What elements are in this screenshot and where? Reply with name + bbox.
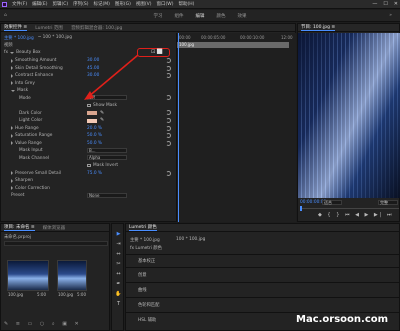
divider	[126, 312, 400, 313]
divider	[126, 297, 400, 298]
project-path: 未命名.prproj	[4, 235, 31, 240]
lumetri-fx-toggle[interactable]: fx Lumetri 颜色	[130, 245, 162, 251]
project-item-thumbnail[interactable]	[57, 260, 87, 291]
transport-controls[interactable]: ◆ { } ⏮ ◀ ▶ ▶| ⏭	[318, 212, 394, 218]
lumetri-section-basic[interactable]: 基本校正	[138, 258, 155, 264]
divider	[126, 267, 400, 268]
project-item-name: 100.jpg	[58, 292, 74, 297]
resolution-dropdown[interactable]: 完整	[378, 199, 398, 205]
lumetri-source[interactable]: 主要 * 100.jpg	[130, 237, 160, 243]
program-monitor-panel: 节目: 100.jpg ≡ 00:00:00:00 适合 完整 ◆ { } ⏮ …	[297, 23, 400, 222]
program-preview-image	[298, 33, 400, 198]
tab-program[interactable]: 节目: 100.jpg ≡	[301, 24, 336, 31]
razor-tool-icon[interactable]: ✂	[115, 260, 122, 267]
divider	[126, 282, 400, 283]
project-item-duration: 5:00	[77, 292, 86, 297]
project-panel: 项目: 未命名 ≡ 媒体浏览器 未命名.prproj 100.jpg 5:00 …	[0, 223, 110, 331]
project-footer-icons[interactable]: ✎ ≡ ▭ ○ ⌕ ▣ ✕	[4, 321, 82, 327]
pen-tool-icon[interactable]: ✒	[115, 280, 122, 287]
program-scrubber[interactable]	[300, 208, 399, 209]
type-tool-icon[interactable]: T	[115, 300, 122, 307]
fit-dropdown[interactable]: 适合	[322, 199, 342, 205]
ripple-edit-tool-icon[interactable]: ⇔	[115, 250, 122, 257]
slip-tool-icon[interactable]: ↔	[115, 270, 122, 277]
project-item-thumbnail[interactable]	[7, 260, 49, 291]
hand-tool-icon[interactable]: ✋	[115, 290, 122, 297]
lumetri-section-hsl[interactable]: HSL 辅助	[138, 317, 156, 323]
project-tabbar: 项目: 未命名 ≡ 媒体浏览器	[1, 224, 109, 232]
tools-panel: ▶ ⇥ ⇔ ✂ ↔ ✒ ✋ T	[111, 223, 124, 331]
tab-media-browser[interactable]: 媒体浏览器	[43, 225, 66, 231]
lumetri-section-creative[interactable]: 创意	[138, 272, 147, 278]
project-search-input[interactable]	[4, 241, 108, 246]
tab-project[interactable]: 项目: 未命名 ≡	[4, 224, 35, 231]
track-select-tool-icon[interactable]: ⇥	[115, 240, 122, 247]
tab-lumetri-color[interactable]: Lumetri 颜色	[129, 224, 157, 231]
divider	[126, 254, 400, 255]
lumetri-section-wheels[interactable]: 色轮和匹配	[138, 302, 159, 308]
lumetri-clip[interactable]: 100 * 100.jpg	[176, 237, 205, 242]
lumetri-tabbar: Lumetri 颜色	[126, 224, 399, 232]
project-item-name: 100.jpg	[8, 292, 24, 297]
selection-tool-icon[interactable]: ▶	[115, 230, 122, 237]
program-tabbar: 节目: 100.jpg ≡	[298, 24, 399, 32]
watermark: Mac.orsoon.com	[296, 314, 389, 325]
program-playhead[interactable]	[300, 206, 302, 211]
lumetri-section-curves[interactable]: 曲线	[138, 287, 147, 293]
project-item-duration: 5:00	[37, 292, 46, 297]
